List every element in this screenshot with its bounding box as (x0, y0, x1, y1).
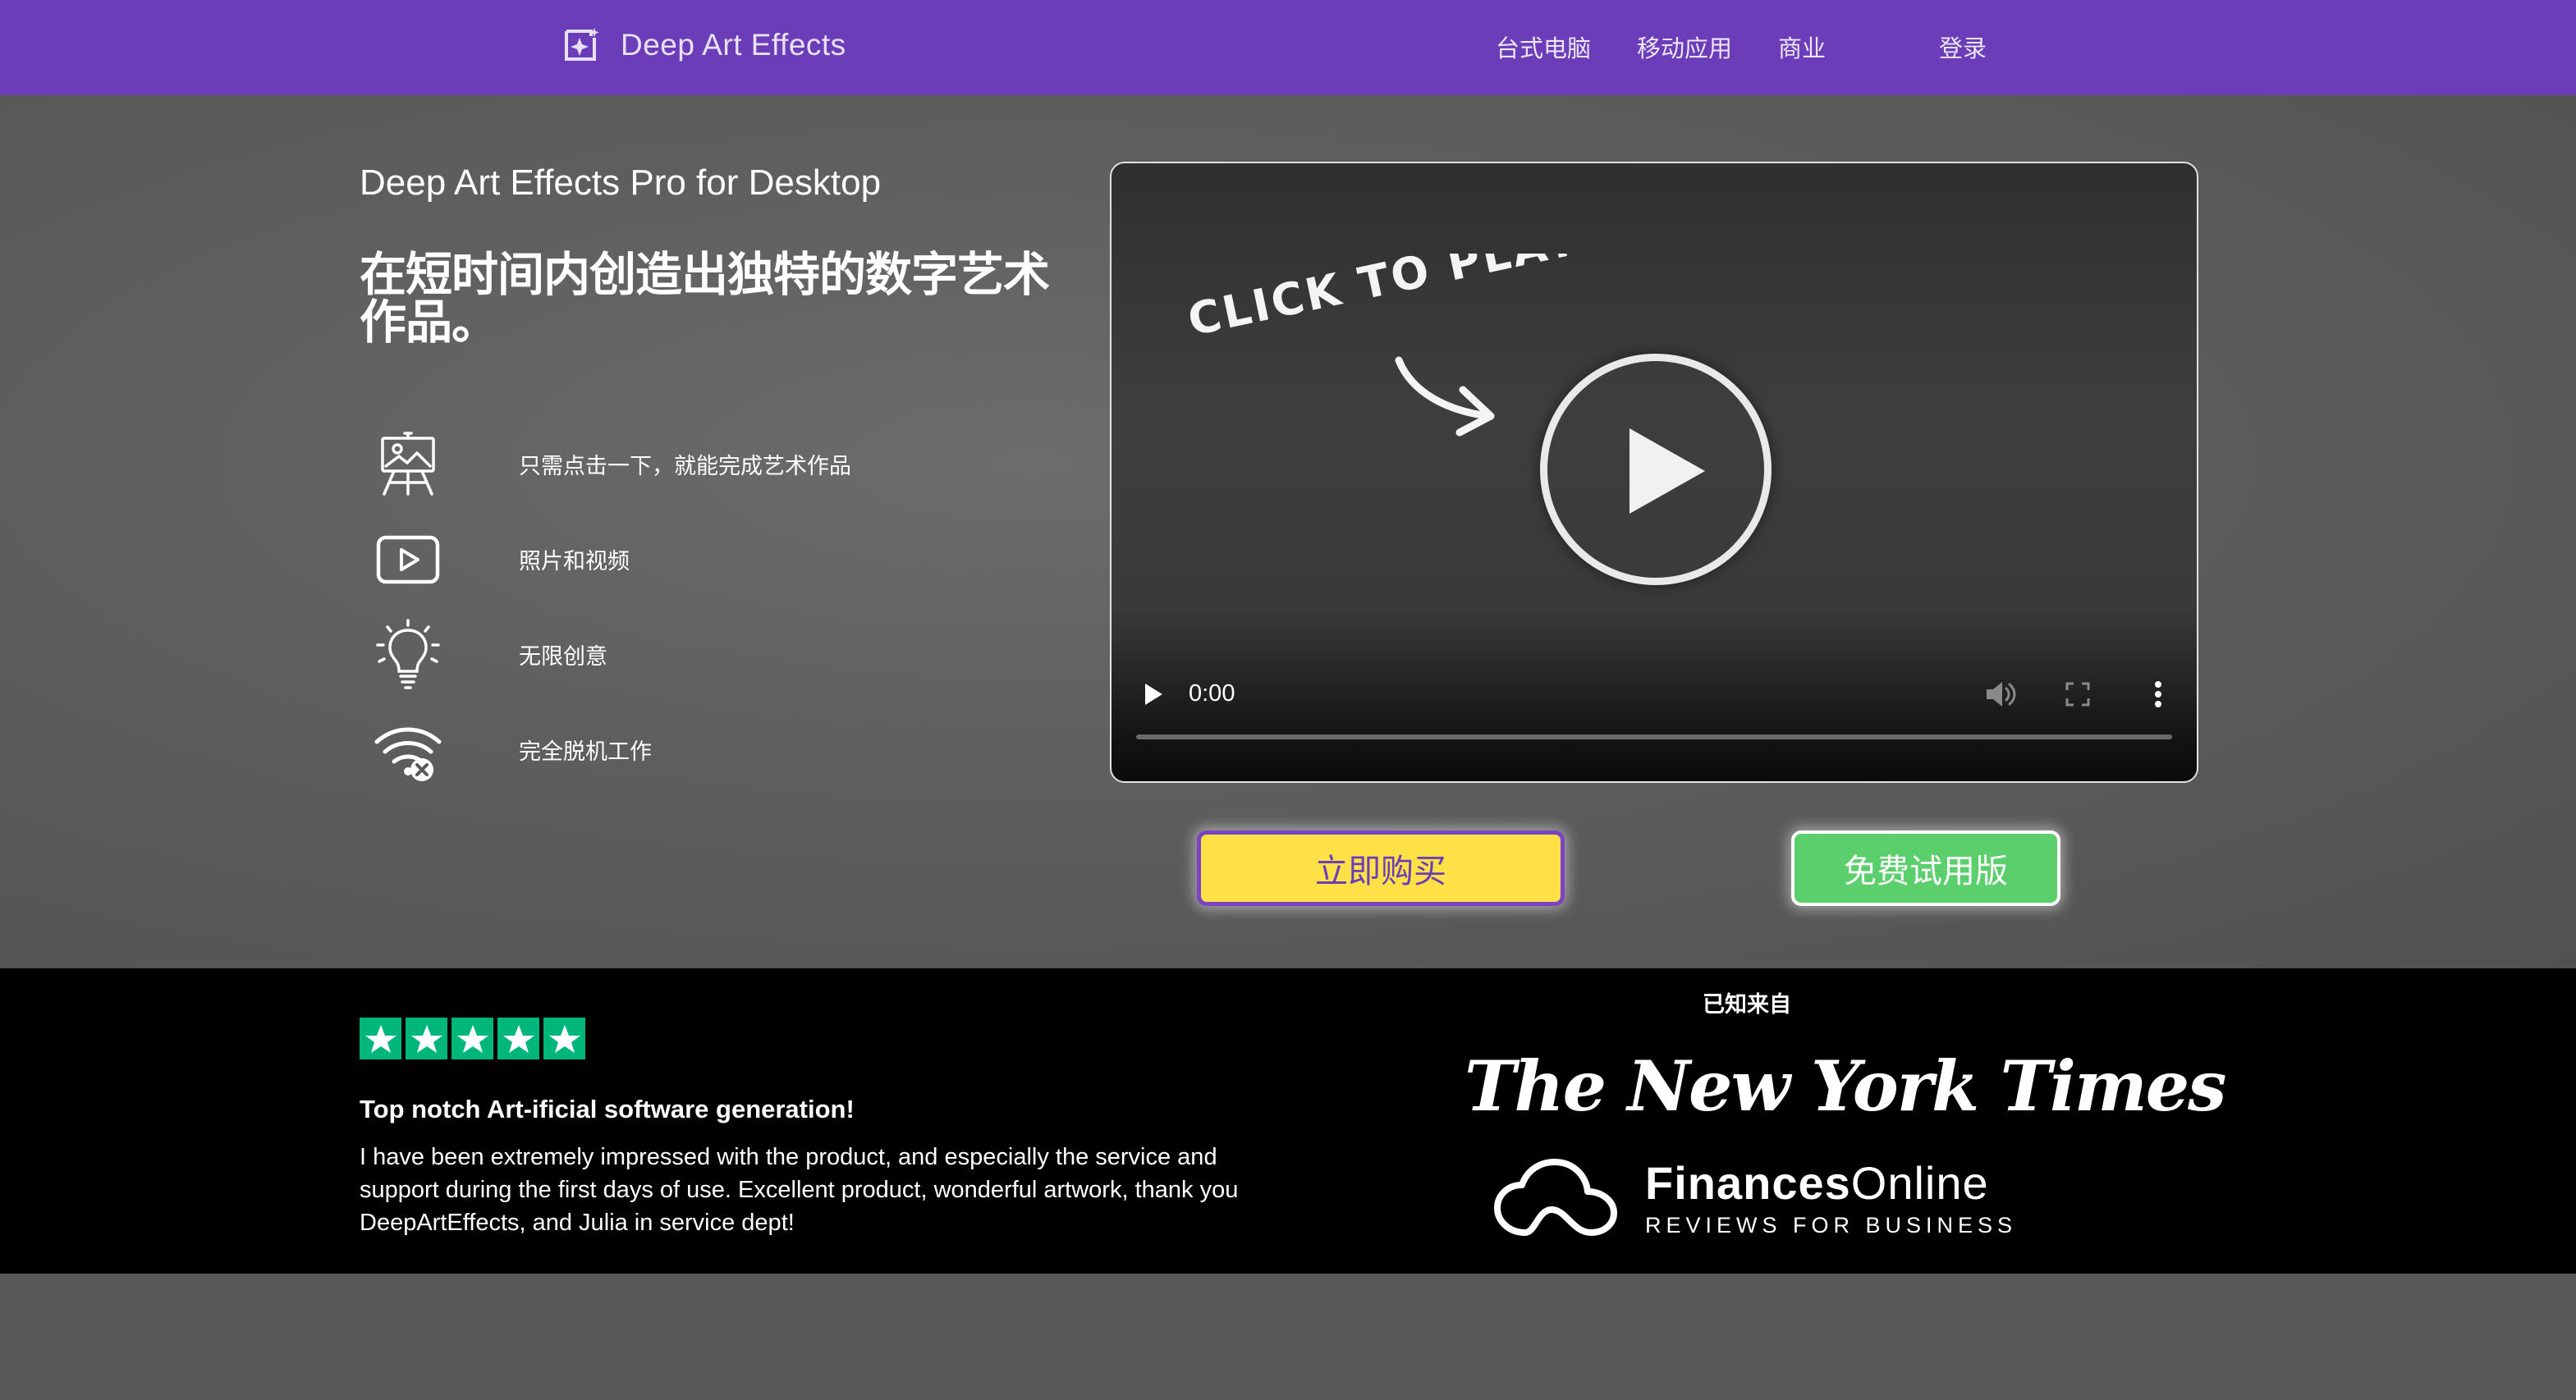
product-subtitle: Deep Art Effects Pro for Desktop (360, 162, 882, 203)
financesonline-name: FinancesOnline (1645, 1156, 1989, 1209)
financesonline-tagline: REVIEWS FOR BUSINESS (1645, 1212, 2018, 1238)
feature-item-offline: 完全脱机工作 (371, 712, 652, 786)
more-options-icon[interactable] (2152, 679, 2164, 710)
press-heading: 已知来自 (1703, 992, 1791, 1018)
fullscreen-icon[interactable] (2065, 682, 2090, 707)
hero-section: Deep Art Effects Pro for Desktop 在短时间内创造… (0, 95, 2576, 968)
star-icon (406, 1018, 447, 1059)
cloud-icon (1494, 1159, 1617, 1236)
video-time: 0:00 (1189, 680, 1235, 707)
video-player[interactable]: CLICK TO PLAY! 0:00 (1110, 162, 2198, 783)
review-title: Top notch Art-ificial software generatio… (360, 1095, 855, 1123)
nav-link-login[interactable]: 登录 (1939, 30, 1987, 64)
play-video-icon (376, 535, 440, 584)
big-play-button[interactable] (1540, 354, 1772, 585)
star-icon (543, 1018, 585, 1059)
wifi-off-icon (374, 727, 442, 781)
star-icon (451, 1018, 493, 1059)
buy-now-button[interactable]: 立即购买 (1197, 830, 1565, 906)
click-to-play-text: CLICK TO PLAY! (1185, 254, 1606, 346)
nyt-logo: The New York Times (1464, 1045, 2226, 1127)
lightbulb-icon (376, 619, 440, 689)
sparkle-frame-icon (565, 28, 599, 61)
free-trial-button[interactable]: 免费试用版 (1791, 830, 2060, 906)
video-progress-bar[interactable] (1136, 734, 2172, 739)
easel-icon (381, 432, 435, 496)
testimonial-band: Top notch Art-ificial software generatio… (0, 968, 2576, 1274)
hero-title: 在短时间内创造出独特的数字艺术作品。 (360, 248, 1050, 350)
feature-label: 完全脱机工作 (519, 739, 652, 764)
play-icon[interactable] (1143, 682, 1164, 707)
feature-item-one-click: 只需点击一下，就能完成艺术作品 (371, 427, 851, 501)
volume-icon[interactable] (1983, 679, 2018, 710)
trustpilot-rating (360, 1018, 585, 1059)
feature-item-unlimited-creativity: 无限创意 (371, 617, 607, 691)
review-body: I have been extremely impressed with the… (360, 1144, 1239, 1236)
page-bottom (0, 1274, 2576, 1400)
financesonline-logo: FinancesOnline REVIEWS FOR BUSINESS (1492, 1157, 2017, 1239)
play-icon (1629, 428, 1705, 514)
brand-name: Deep Art Effects (621, 28, 846, 62)
star-icon (360, 1018, 401, 1059)
nav-link-desktop[interactable]: 台式电脑 (1496, 30, 1591, 64)
feature-label: 只需点击一下，就能完成艺术作品 (519, 453, 851, 478)
feature-item-photo-video: 照片和视频 (371, 522, 630, 596)
star-icon (497, 1018, 539, 1059)
feature-label: 照片和视频 (519, 548, 630, 574)
feature-label: 无限创意 (519, 643, 607, 669)
brand-logo[interactable]: Deep Art Effects (561, 25, 846, 66)
nav-link-business[interactable]: 商业 (1778, 30, 1826, 64)
top-nav: Deep Art Effects 台式电脑 移动应用 商业 登录 (0, 0, 2576, 95)
nav-link-mobile[interactable]: 移动应用 (1637, 30, 1732, 64)
